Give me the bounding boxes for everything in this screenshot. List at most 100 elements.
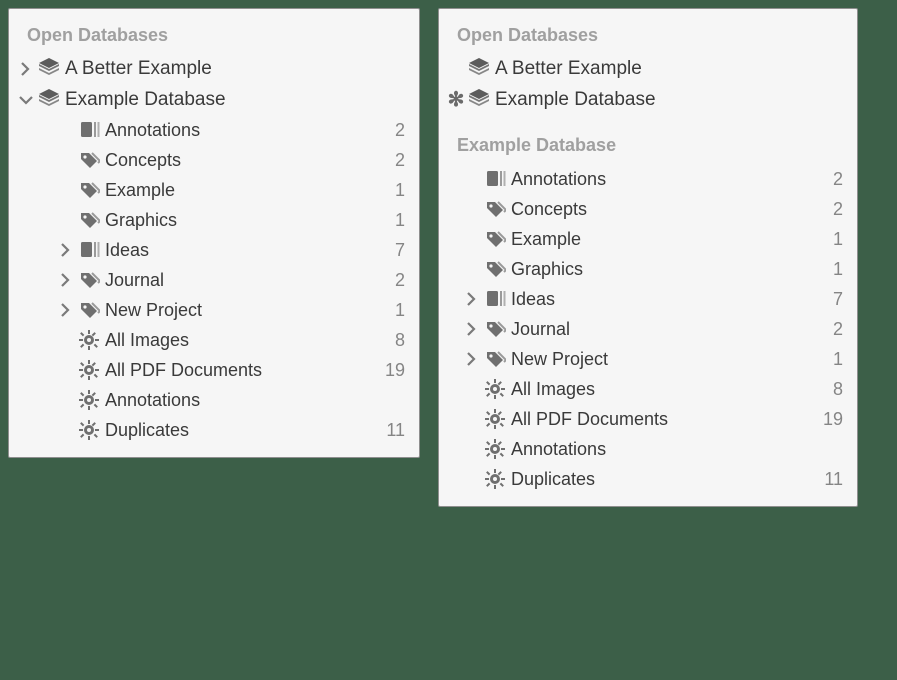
sidebar-item-label: Graphics [103, 209, 385, 232]
sidebar-item-label: Annotations [509, 168, 823, 191]
item-list: Annotations2Concepts2Example1Graphics1Id… [9, 115, 419, 445]
gear-icon [75, 358, 103, 382]
group-icon [75, 238, 103, 262]
tag-icon [75, 148, 103, 172]
sidebar-item[interactable]: Ideas7 [9, 235, 419, 265]
sidebar-item[interactable]: Duplicates11 [439, 464, 857, 494]
sidebar-item-label: Annotations [103, 389, 395, 412]
sidebar-item-label: All Images [103, 329, 385, 352]
item-count: 19 [375, 359, 405, 382]
sidebar-item-label: Duplicates [103, 419, 376, 442]
sidebar-item-label: All PDF Documents [509, 408, 813, 431]
sidebar-item-label: New Project [103, 299, 385, 322]
spacer [439, 115, 857, 129]
group-icon [481, 167, 509, 191]
gear-icon [481, 467, 509, 491]
sidebar-item[interactable]: All PDF Documents19 [9, 355, 419, 385]
sidebar-item-label: Duplicates [509, 468, 814, 491]
database-label: A Better Example [493, 57, 843, 82]
item-count: 1 [385, 209, 405, 232]
section-header-example-database: Example Database [439, 129, 857, 164]
item-count: 1 [823, 228, 843, 251]
sidebar-item-label: Ideas [103, 239, 385, 262]
gear-icon [481, 377, 509, 401]
sidebar-item[interactable]: All Images8 [439, 374, 857, 404]
sidebar-item[interactable]: Annotations2 [9, 115, 419, 145]
sidebar-panel-right: Open Databases A Better Example ✻Example … [438, 8, 858, 507]
item-count: 8 [385, 329, 405, 352]
database-row[interactable]: ✻Example Database [439, 85, 857, 116]
chevron-right-icon[interactable] [57, 301, 75, 319]
chevron-right-icon[interactable] [463, 350, 481, 368]
sidebar-item-label: Example [103, 179, 385, 202]
sidebar-item[interactable]: Concepts2 [9, 145, 419, 175]
sidebar-item-label: Concepts [509, 198, 823, 221]
sidebar-item[interactable]: Annotations [439, 434, 857, 464]
gear-icon [481, 407, 509, 431]
item-count: 2 [823, 198, 843, 221]
item-count: 1 [823, 258, 843, 281]
sidebar-item[interactable]: Concepts2 [439, 194, 857, 224]
item-count: 7 [385, 239, 405, 262]
sidebar-item-label: Concepts [103, 149, 385, 172]
chevron-right-icon[interactable] [463, 290, 481, 308]
sidebar-item-label: Journal [509, 318, 823, 341]
item-count: 1 [823, 348, 843, 371]
sidebar-item-label: Graphics [509, 258, 823, 281]
tag-icon [75, 178, 103, 202]
sidebar-item-label: Example [509, 228, 823, 251]
tag-icon [75, 268, 103, 292]
section-header-open-databases: Open Databases [9, 19, 419, 54]
database-row[interactable]: Example Database [9, 85, 419, 116]
group-icon [75, 118, 103, 142]
database-icon [465, 57, 493, 81]
sidebar-item[interactable]: Duplicates11 [9, 415, 419, 445]
item-count: 2 [823, 318, 843, 341]
sidebar-item[interactable]: New Project1 [9, 295, 419, 325]
gear-icon [481, 437, 509, 461]
gear-icon [75, 328, 103, 352]
sidebar-item-label: All PDF Documents [103, 359, 375, 382]
database-row[interactable]: A Better Example [9, 54, 419, 85]
gear-icon [75, 388, 103, 412]
group-icon [481, 287, 509, 311]
chevron-right-icon[interactable] [57, 241, 75, 259]
chevron-right-icon[interactable] [57, 271, 75, 289]
chevron-down-icon[interactable] [17, 91, 35, 109]
tag-icon [481, 347, 509, 371]
item-count: 2 [385, 119, 405, 142]
item-count: 11 [814, 468, 843, 491]
database-icon [35, 88, 63, 112]
sidebar-item[interactable]: Graphics1 [439, 254, 857, 284]
tag-icon [75, 298, 103, 322]
database-list: A Better ExampleExample Database [9, 54, 419, 115]
item-count: 1 [385, 299, 405, 322]
sidebar-item[interactable]: Annotations [9, 385, 419, 415]
sidebar-item[interactable]: Example1 [439, 224, 857, 254]
sidebar-item[interactable]: Annotations2 [439, 164, 857, 194]
sidebar-item[interactable]: Example1 [9, 175, 419, 205]
sidebar-item[interactable]: All Images8 [9, 325, 419, 355]
item-count: 2 [385, 269, 405, 292]
section-header-open-databases: Open Databases [439, 19, 857, 54]
sidebar-item[interactable]: All PDF Documents19 [439, 404, 857, 434]
sidebar-item[interactable]: Journal2 [9, 265, 419, 295]
database-icon [35, 57, 63, 81]
sidebar-item-label: New Project [509, 348, 823, 371]
sidebar-item-label: Annotations [103, 119, 385, 142]
chevron-right-icon[interactable] [17, 60, 35, 78]
sidebar-item[interactable]: Journal2 [439, 314, 857, 344]
tag-icon [75, 208, 103, 232]
sidebar-item-label: Annotations [509, 438, 833, 461]
sidebar-item-label: Journal [103, 269, 385, 292]
item-count: 1 [385, 179, 405, 202]
item-count: 7 [823, 288, 843, 311]
item-count: 8 [823, 378, 843, 401]
sidebar-item[interactable]: New Project1 [439, 344, 857, 374]
chevron-right-icon[interactable] [463, 320, 481, 338]
sidebar-item[interactable]: Graphics1 [9, 205, 419, 235]
database-row[interactable]: A Better Example [439, 54, 857, 85]
sidebar-item[interactable]: Ideas7 [439, 284, 857, 314]
tag-icon [481, 257, 509, 281]
tag-icon [481, 227, 509, 251]
